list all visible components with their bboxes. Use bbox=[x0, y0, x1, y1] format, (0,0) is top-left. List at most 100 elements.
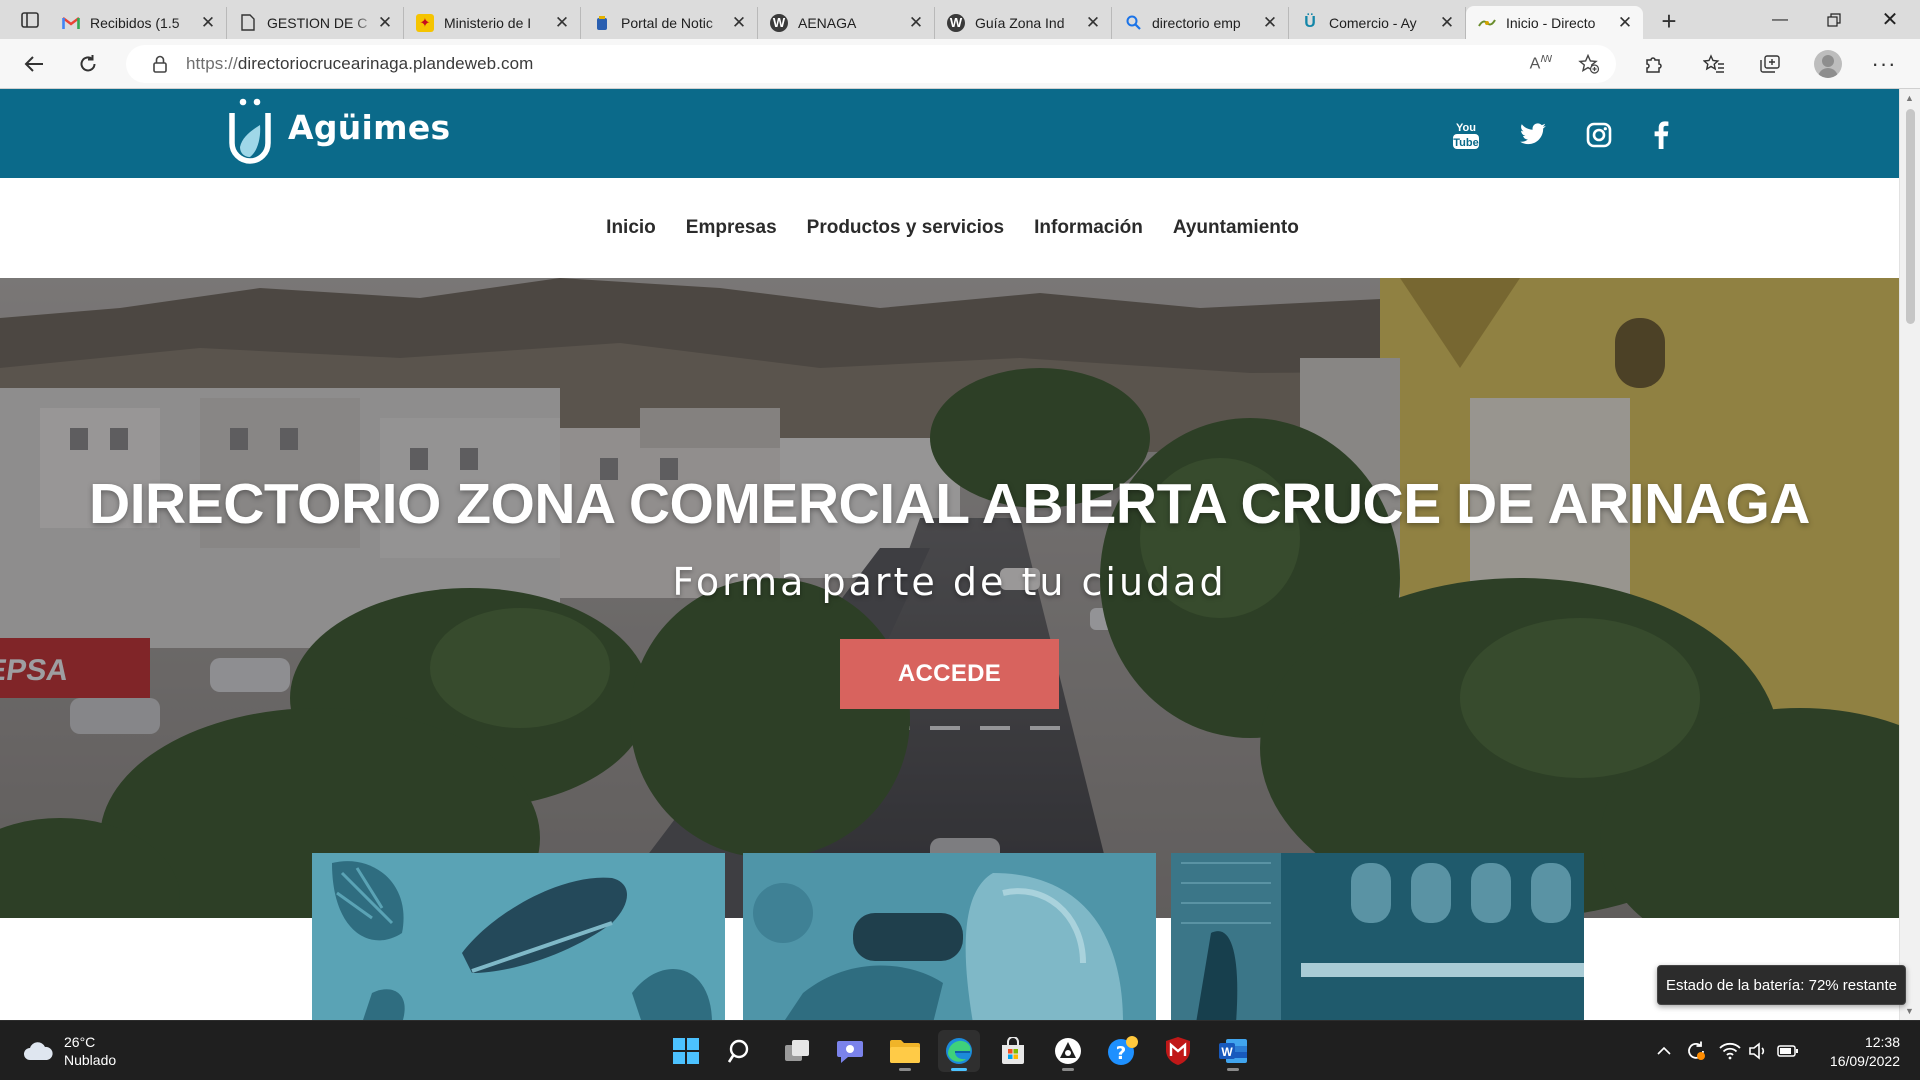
instagram-icon bbox=[1586, 122, 1612, 148]
close-icon[interactable]: ✕ bbox=[1083, 13, 1103, 33]
accede-button[interactable]: ACCEDE bbox=[840, 639, 1059, 709]
restore-button[interactable] bbox=[1806, 0, 1862, 39]
taskbar-clock[interactable]: 12:38 16/09/2022 bbox=[1810, 1033, 1900, 1071]
teams-chat-button[interactable] bbox=[830, 1030, 872, 1072]
more-menu-button[interactable]: ··· bbox=[1866, 47, 1902, 81]
close-icon[interactable]: ✕ bbox=[552, 13, 572, 33]
browser-tab[interactable]: W AENAGA ✕ bbox=[758, 6, 935, 39]
favorites-button[interactable] bbox=[1696, 47, 1732, 81]
nav-item-informacion[interactable]: Información bbox=[1034, 217, 1143, 239]
running-indicator bbox=[951, 1068, 967, 1071]
task-view-icon bbox=[785, 1040, 809, 1061]
chat-icon bbox=[837, 1041, 863, 1063]
volume-button[interactable] bbox=[1746, 1039, 1770, 1063]
browser-tab[interactable]: GESTION DE C ✕ bbox=[227, 6, 404, 39]
nav-item-empresas[interactable]: Empresas bbox=[686, 217, 777, 239]
minimize-button-2[interactable]: — bbox=[1752, 0, 1808, 39]
favorites-list-icon bbox=[1703, 54, 1724, 73]
browser-tab[interactable]: W Guía Zona Ind ✕ bbox=[935, 6, 1112, 39]
page-scrollbar[interactable]: ▲ ▼ bbox=[1899, 89, 1920, 1020]
site-logo[interactable]: Agüimes bbox=[228, 97, 450, 167]
wifi-icon bbox=[1719, 1042, 1741, 1060]
collections-button[interactable] bbox=[1752, 47, 1788, 81]
scroll-down-icon[interactable]: ▼ bbox=[1905, 1006, 1914, 1016]
category-card-hospitality[interactable] bbox=[1171, 853, 1584, 1020]
refresh-icon bbox=[80, 55, 96, 72]
gmail-icon bbox=[62, 14, 80, 32]
folder-icon bbox=[890, 1040, 920, 1063]
star-add-icon bbox=[1578, 54, 1600, 74]
nav-item-inicio[interactable]: Inicio bbox=[606, 217, 656, 239]
file-explorer-button[interactable] bbox=[884, 1030, 926, 1072]
address-toolbar: https://directoriocrucearinaga.plandeweb… bbox=[0, 39, 1920, 89]
avatar bbox=[1814, 50, 1842, 78]
close-icon[interactable]: ✕ bbox=[1615, 13, 1635, 33]
close-icon[interactable]: ✕ bbox=[729, 13, 749, 33]
wordpress-icon: W bbox=[770, 13, 788, 32]
facebook-link[interactable] bbox=[1641, 115, 1681, 155]
search-button[interactable] bbox=[720, 1030, 762, 1072]
twitter-icon bbox=[1520, 123, 1546, 145]
hero-subtitle: Forma parte de tu ciudad bbox=[672, 560, 1227, 604]
nav-item-ayuntamiento[interactable]: Ayuntamiento bbox=[1173, 217, 1299, 239]
favorite-add-button[interactable] bbox=[1570, 45, 1608, 83]
browser-tab[interactable]: directorio emp ✕ bbox=[1112, 6, 1289, 39]
edge-button[interactable] bbox=[938, 1030, 980, 1072]
category-card-fashion[interactable] bbox=[312, 853, 725, 1020]
browser-tab[interactable]: Recibidos (1.5 ✕ bbox=[50, 6, 227, 39]
window-close-button[interactable]: ✕ bbox=[1862, 0, 1918, 39]
document-icon bbox=[239, 14, 257, 32]
extensions-button[interactable] bbox=[1636, 47, 1672, 81]
close-icon[interactable]: ✕ bbox=[1437, 13, 1457, 33]
spain-crest-icon: ✦ bbox=[416, 13, 434, 32]
browser-tab[interactable]: Ü Comercio - Ay ✕ bbox=[1289, 6, 1466, 39]
address-bar[interactable]: https://directoriocrucearinaga.plandeweb… bbox=[126, 45, 1616, 83]
category-card-image bbox=[312, 853, 725, 1020]
sync-status-button[interactable] bbox=[1684, 1039, 1708, 1063]
running-indicator bbox=[899, 1068, 911, 1071]
close-icon[interactable]: ✕ bbox=[906, 13, 926, 33]
clock-date: 16/09/2022 bbox=[1829, 1053, 1900, 1069]
youtube-link[interactable]: You Tube bbox=[1446, 115, 1486, 155]
new-tab-button[interactable]: + bbox=[1649, 6, 1689, 38]
category-card-image bbox=[743, 853, 1156, 1020]
start-button[interactable] bbox=[665, 1030, 707, 1072]
tab-label: Portal de Notic bbox=[621, 14, 713, 31]
weather-widget[interactable]: 26°C Nublado bbox=[22, 1033, 116, 1069]
category-cards bbox=[0, 853, 1899, 1020]
close-icon[interactable]: ✕ bbox=[375, 13, 395, 33]
hero-title: DIRECTORIO ZONA COMERCIAL ABIERTA CRUCE … bbox=[89, 472, 1810, 536]
tab-label: Guía Zona Ind bbox=[975, 14, 1065, 31]
profile-button[interactable] bbox=[1810, 47, 1846, 81]
twitter-link[interactable] bbox=[1513, 115, 1553, 155]
tab-actions-button[interactable] bbox=[10, 0, 50, 39]
mcafee-button[interactable] bbox=[1157, 1030, 1199, 1072]
category-card-beauty[interactable] bbox=[743, 853, 1156, 1020]
close-icon[interactable]: ✕ bbox=[198, 13, 218, 33]
instagram-link[interactable] bbox=[1579, 115, 1619, 155]
mcafee-shield-icon bbox=[1166, 1037, 1190, 1065]
scrollbar-thumb[interactable] bbox=[1906, 109, 1915, 324]
tray-overflow-button[interactable] bbox=[1652, 1039, 1676, 1063]
refresh-button[interactable] bbox=[70, 47, 106, 81]
task-view-button[interactable] bbox=[776, 1030, 818, 1072]
read-aloud-button[interactable]: Aꟿ bbox=[1522, 45, 1560, 83]
wifi-button[interactable] bbox=[1718, 1039, 1742, 1063]
store-button[interactable] bbox=[992, 1030, 1034, 1072]
help-button[interactable]: ? bbox=[1102, 1030, 1144, 1072]
edge-icon bbox=[946, 1038, 972, 1064]
browser-tab[interactable]: Portal de Notic ✕ bbox=[581, 6, 758, 39]
battery-button[interactable] bbox=[1776, 1039, 1800, 1063]
close-icon[interactable]: ✕ bbox=[1260, 13, 1280, 33]
running-indicator bbox=[1062, 1068, 1074, 1071]
close-icon: ✕ bbox=[1881, 9, 1899, 31]
portal-icon bbox=[593, 14, 611, 32]
app-button[interactable] bbox=[1047, 1030, 1089, 1072]
word-button[interactable]: W bbox=[1212, 1030, 1254, 1072]
back-button[interactable] bbox=[16, 47, 52, 81]
browser-tab-active[interactable]: Inicio - Directo ✕ bbox=[1466, 6, 1643, 39]
nav-item-productos-servicios[interactable]: Productos y servicios bbox=[807, 217, 1004, 239]
svg-text:?: ? bbox=[1116, 1043, 1126, 1064]
scroll-up-icon[interactable]: ▲ bbox=[1905, 93, 1914, 103]
browser-tab[interactable]: ✦ Ministerio de I ✕ bbox=[404, 6, 581, 39]
